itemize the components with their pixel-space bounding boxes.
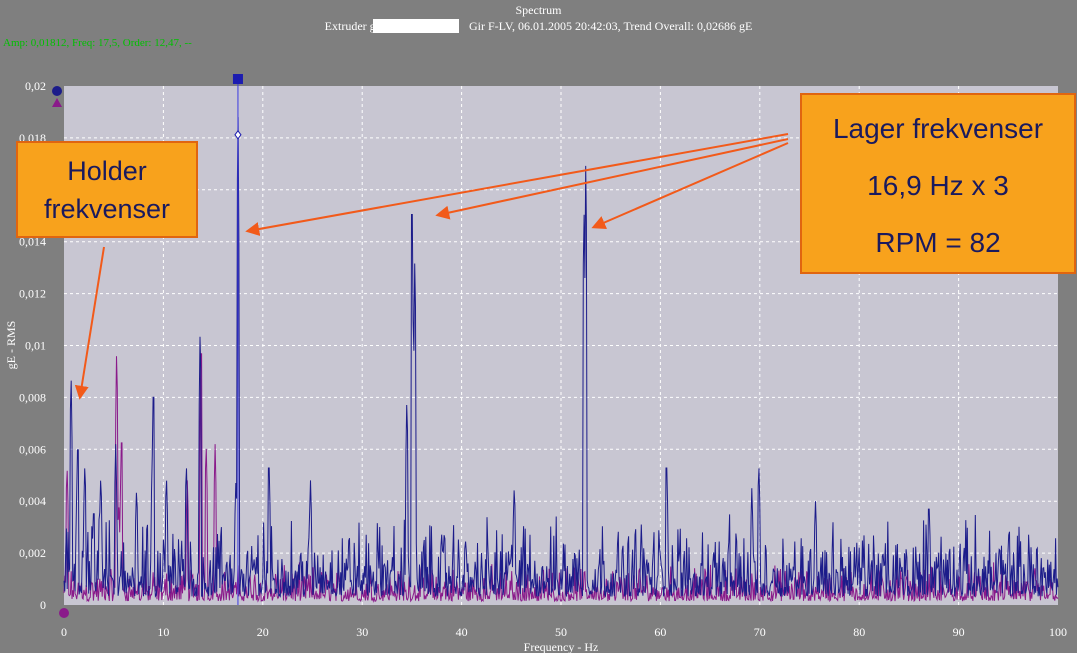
holder-callout-line-1: Holder bbox=[67, 156, 147, 186]
x-tick-label: 40 bbox=[456, 625, 468, 639]
holder-callout: Holder frekvenser bbox=[16, 141, 198, 238]
holder-callout-line-2: frekvenser bbox=[43, 194, 171, 224]
series-1-legend-marker bbox=[52, 86, 62, 96]
y-tick-label: 0,008 bbox=[19, 390, 46, 404]
x-tick-label: 30 bbox=[356, 625, 368, 639]
x-tick-label: 50 bbox=[555, 625, 567, 639]
y-tick-label: 0,02 bbox=[25, 79, 46, 93]
series-2-legend-marker bbox=[52, 98, 62, 107]
redaction-box bbox=[373, 19, 459, 33]
y-tick-label: 0,004 bbox=[19, 494, 46, 508]
y-tick-label: 0 bbox=[40, 598, 46, 612]
x-tick-label: 90 bbox=[953, 625, 965, 639]
lager-callout: Lager frekvenser 16,9 Hz x 3 RPM = 82 bbox=[800, 93, 1076, 274]
x-axis-label: Frequency - Hz bbox=[524, 640, 599, 653]
x-tick-label: 60 bbox=[654, 625, 666, 639]
x-tick-label: 80 bbox=[853, 625, 865, 639]
y-tick-label: 0,012 bbox=[19, 287, 46, 301]
cursor-marker bbox=[232, 74, 243, 84]
x-tick-label: 70 bbox=[754, 625, 766, 639]
lager-callout-line-3: RPM = 82 bbox=[875, 227, 1001, 258]
x-tick-label: 10 bbox=[157, 625, 169, 639]
x-tick-label: 0 bbox=[61, 625, 67, 639]
y-tick-label: 0,01 bbox=[25, 339, 46, 353]
lager-callout-line-1: Lager frekvenser bbox=[832, 113, 1044, 144]
x-tick-label: 20 bbox=[257, 625, 269, 639]
lager-callout-line-2: 16,9 Hz x 3 bbox=[867, 170, 1009, 201]
x-tick-label: 100 bbox=[1049, 625, 1067, 639]
x-origin-marker bbox=[59, 608, 69, 618]
y-tick-label: 0,006 bbox=[19, 442, 46, 456]
y-axis-label: gE - RMS bbox=[4, 321, 18, 370]
y-tick-label: 0,002 bbox=[19, 546, 46, 560]
